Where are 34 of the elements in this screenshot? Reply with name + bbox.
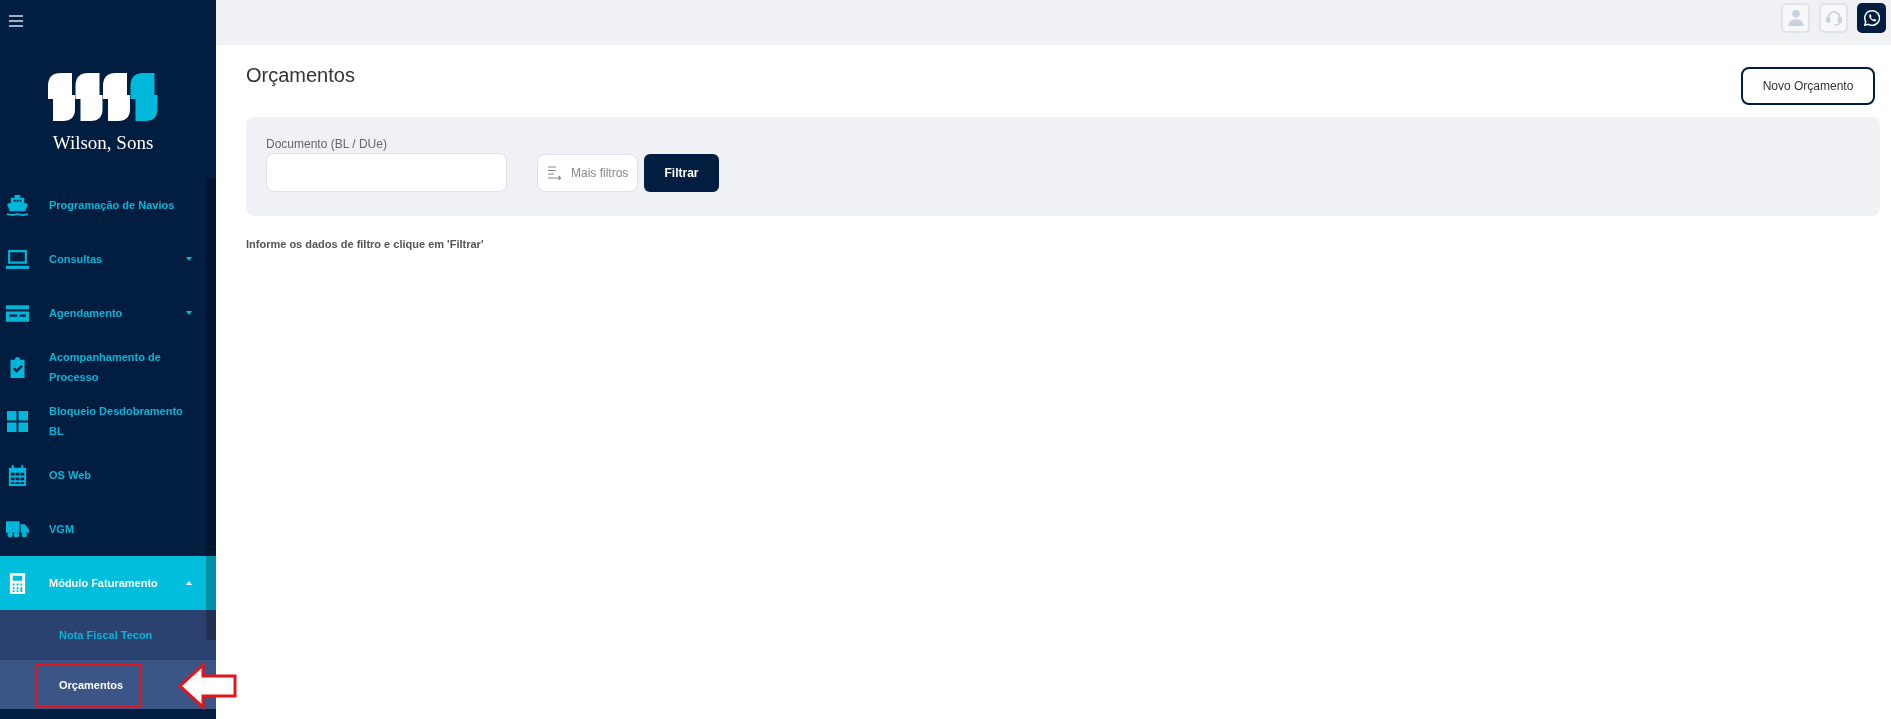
sidebar-item[interactable]: Acompanhamento de Processo: [0, 340, 216, 394]
caret-icon[interactable]: [186, 257, 192, 261]
chat-icon: [1863, 10, 1880, 26]
sidebar-item[interactable]: VGM: [0, 502, 216, 556]
truck-icon: [6, 518, 29, 540]
more-filters-button[interactable]: Mais filtros: [537, 154, 638, 192]
sidebar-item[interactable]: OS Web: [0, 448, 216, 502]
menu-icon[interactable]: [9, 15, 23, 27]
headset-icon: [1825, 10, 1842, 26]
ship-icon: [6, 194, 29, 216]
sidebar-item[interactable]: Agendamento: [0, 286, 216, 340]
submenu-item[interactable]: Nota Fiscal Tecon: [0, 610, 216, 660]
arrow-icon: [178, 663, 237, 709]
chat-button[interactable]: [1857, 3, 1886, 33]
laptop-icon: [6, 248, 29, 270]
field-label: Documento (BL / DUe): [266, 137, 387, 151]
sidebar-item[interactable]: Bloqueio Desdobramento BL: [0, 394, 216, 448]
logo-icon: [48, 73, 158, 121]
new-budget-button[interactable]: Novo Orçamento: [1741, 67, 1875, 105]
filter-button[interactable]: Filtrar: [644, 154, 719, 192]
filter-lines-icon: [547, 166, 562, 180]
sidebar-item[interactable]: Programação de Navios: [0, 178, 216, 232]
sidebar-item[interactable]: Consultas: [0, 232, 216, 286]
hint-text: Informe os dados de filtro e clique em 'Filtrar': [246, 237, 484, 251]
scrollbar[interactable]: [206, 178, 216, 640]
logo-wordmark: Wilson, Sons: [52, 132, 154, 154]
user-icon: [1787, 10, 1804, 26]
page-title: Orçamentos: [246, 63, 355, 87]
submenu-item[interactable]: Orçamentos: [0, 660, 216, 709]
calendar-icon: [6, 464, 29, 486]
card-icon: [6, 302, 29, 324]
input-field[interactable]: [266, 153, 507, 192]
grid-icon: [6, 410, 29, 432]
caret-icon[interactable]: [186, 311, 192, 315]
